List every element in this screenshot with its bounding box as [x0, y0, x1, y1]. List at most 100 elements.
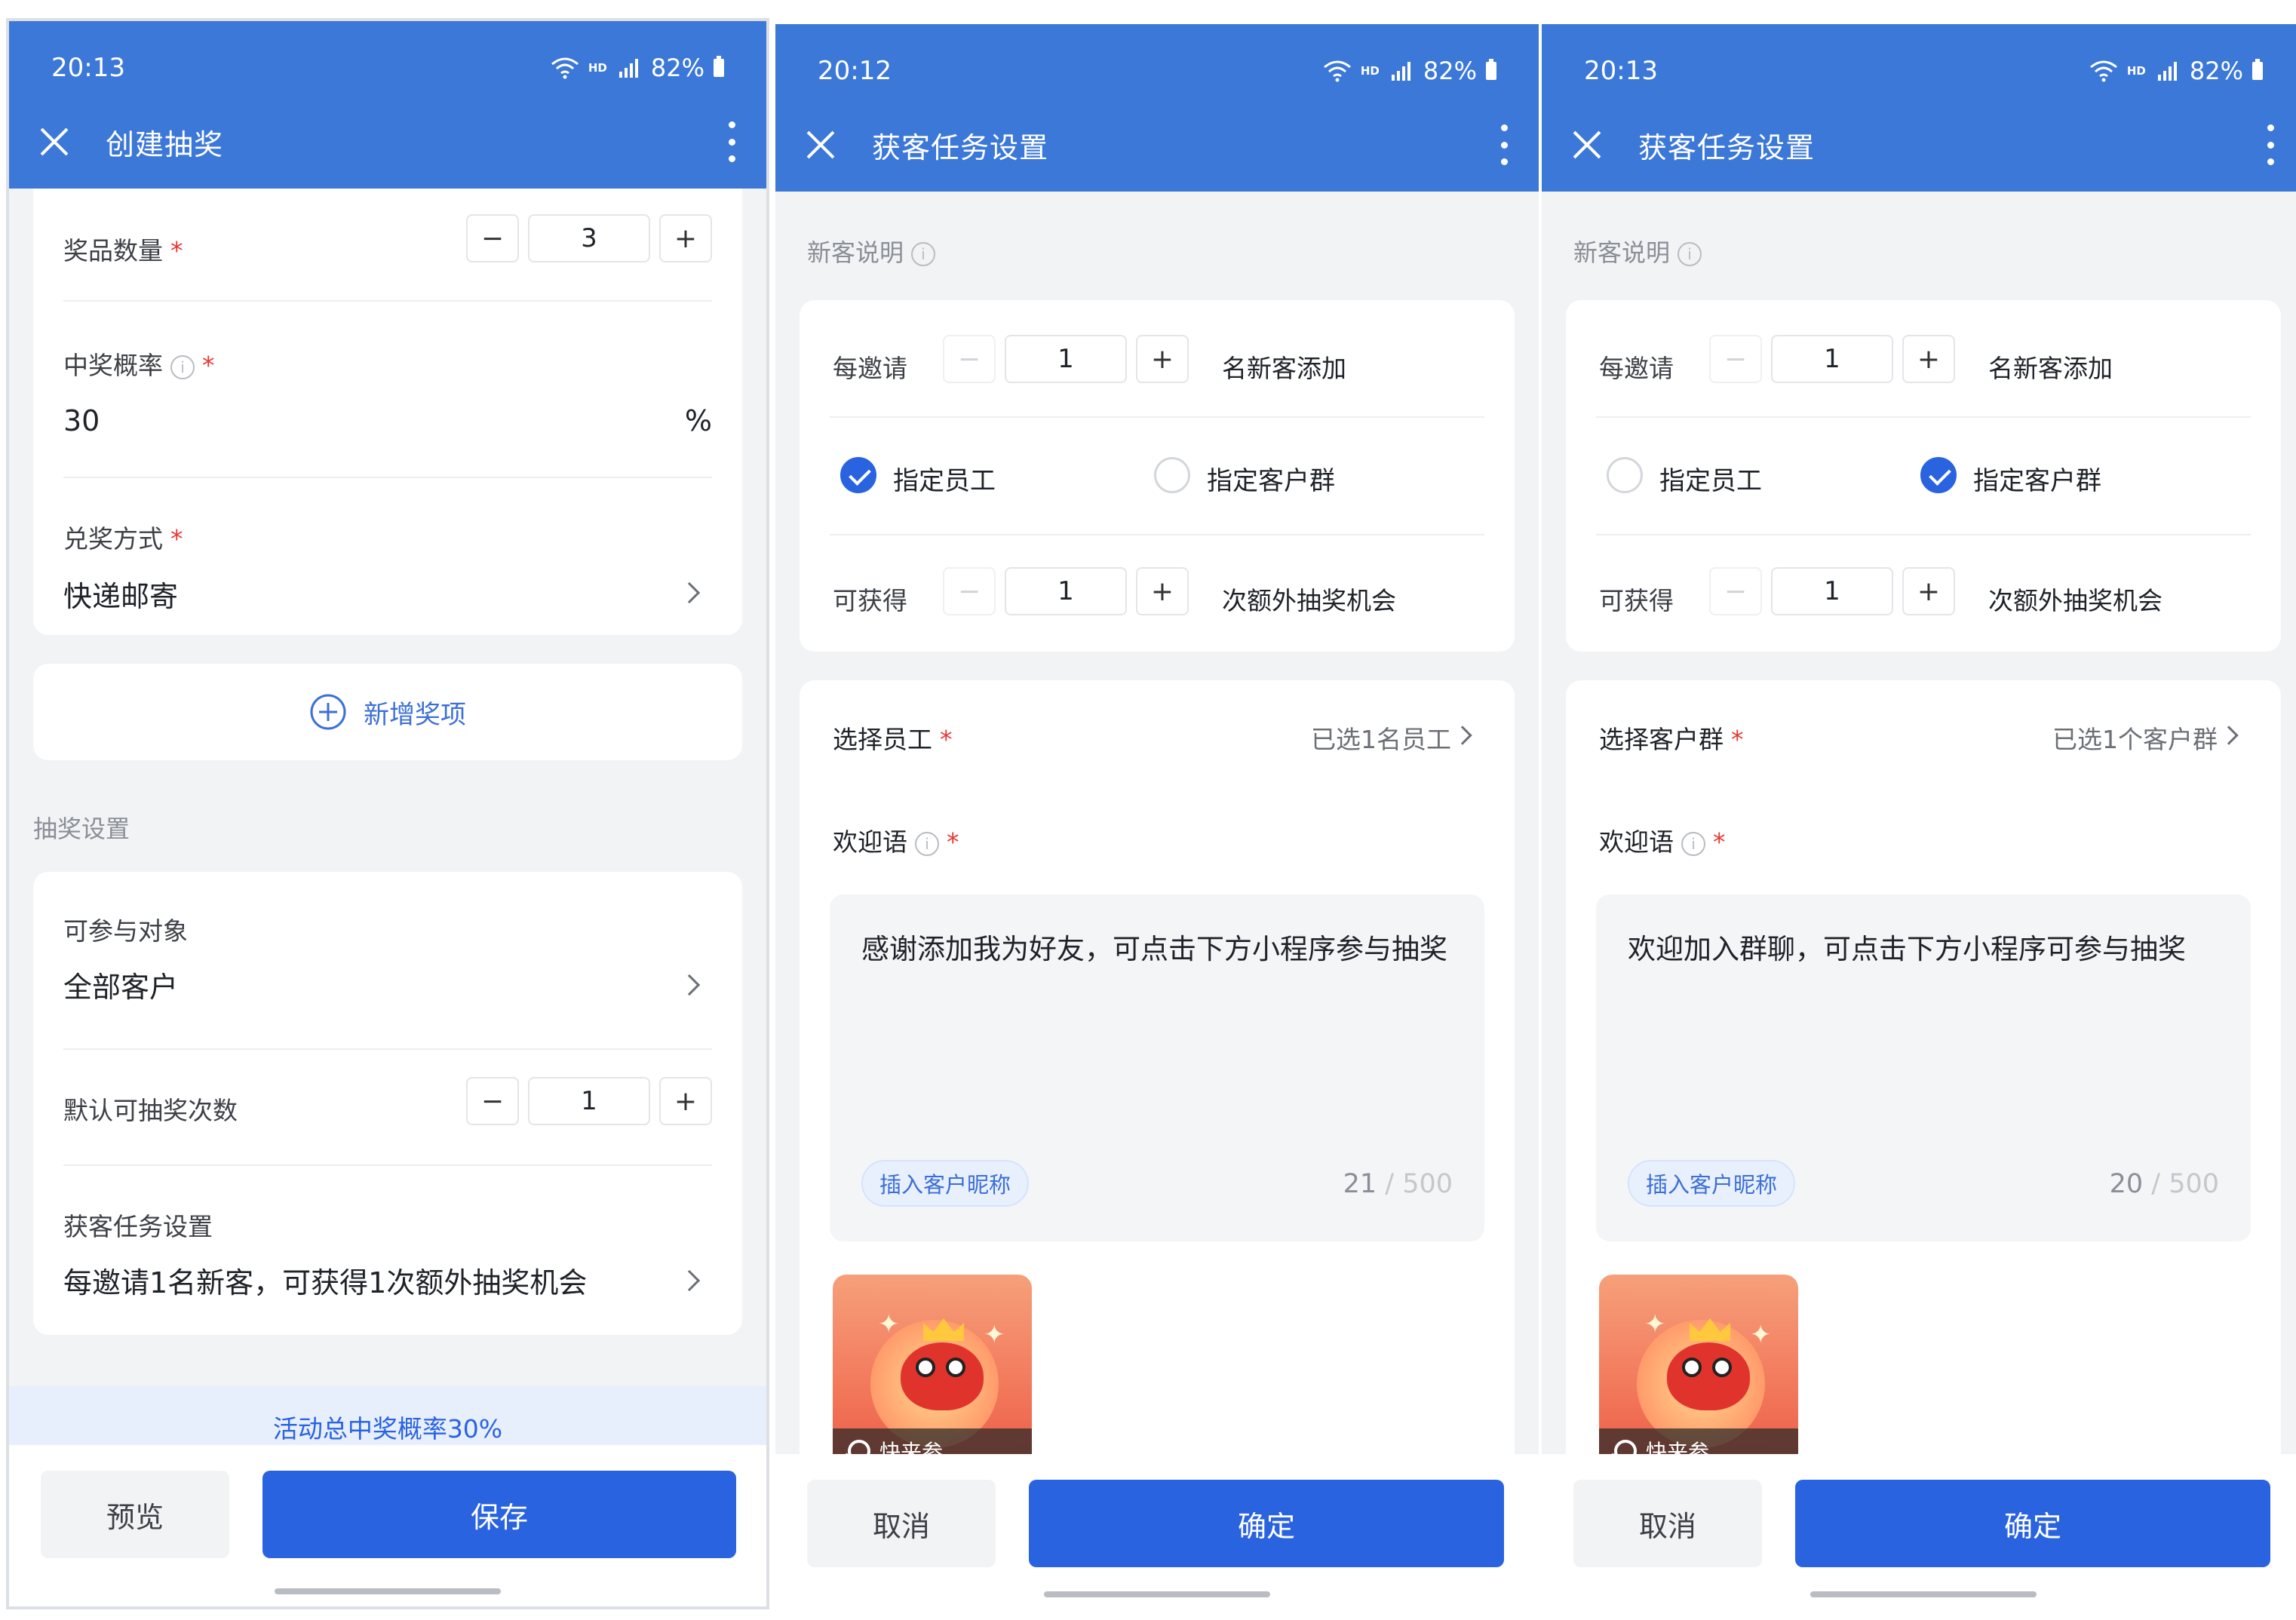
insert-nickname-tag[interactable]: 插入客户昵称 [1628, 1160, 1796, 1207]
mascot-image [901, 1342, 984, 1410]
info-icon[interactable]: i [170, 354, 195, 379]
preview-button[interactable]: 预览 [41, 1471, 229, 1558]
prize-count-label: 奖品数量 [63, 236, 163, 265]
invite-input[interactable]: 1 [1005, 335, 1127, 383]
welcome-textarea[interactable]: 感谢添加我为好友，可点击下方小程序参与抽奖 插入客户昵称 21 / 500 [830, 894, 1484, 1241]
selected-group-value[interactable]: 已选1个客户群 [2052, 719, 2218, 756]
screen-acquisition-staff: 20:12 HD 82% 获客任务设置 新客说明 i 每邀请 − 1 + 名新客添… [775, 24, 1539, 1609]
chevron-right-icon[interactable] [678, 974, 701, 996]
option-group-label[interactable]: 指定客户群 [1207, 460, 1335, 497]
increment-button[interactable]: + [1902, 335, 1955, 383]
required-mark: * [947, 827, 959, 857]
signal-icon [619, 59, 638, 78]
gain-suffix: 次额外抽奖机会 [1222, 586, 1396, 615]
increment-button[interactable]: + [1902, 567, 1955, 615]
decrement-button[interactable]: − [466, 214, 519, 262]
status-time: 20:13 [1584, 56, 1658, 86]
close-icon[interactable] [1572, 130, 1602, 160]
page-title: 获客任务设置 [1638, 130, 1816, 164]
info-icon[interactable]: i [1677, 242, 1702, 266]
add-prize-button[interactable]: 新增奖项 [33, 664, 742, 760]
gain-input[interactable]: 1 [1005, 567, 1127, 615]
option-group-label[interactable]: 指定客户群 [1973, 460, 2101, 497]
rules-card: 每邀请 − 1 + 名新客添加 指定员工 指定客户群 可获得 − 1 + 次额外… [800, 300, 1515, 652]
chevron-right-icon[interactable] [678, 1269, 701, 1292]
lottery-settings-card: 可参与对象 全部客户 默认可抽奖次数 − 1 + 获客任务设置 每邀请1名新客，… [33, 872, 742, 1335]
gain-prefix: 可获得 [833, 586, 907, 615]
screen-acquisition-group: 20:13 HD 82% 获客任务设置 新客说明 i 每邀请 − 1 + 名新客添… [1542, 24, 2296, 1609]
divider [63, 1048, 712, 1050]
select-group-label: 选择客户群 [1599, 725, 1724, 754]
info-icon[interactable]: i [911, 242, 936, 266]
battery-icon [714, 56, 724, 77]
info-icon[interactable]: i [1681, 831, 1705, 856]
more-menu-icon[interactable] [1499, 124, 1509, 165]
more-menu-icon[interactable] [727, 121, 736, 162]
selected-staff-value[interactable]: 已选1名员工 [1311, 719, 1451, 756]
chevron-right-icon[interactable] [678, 581, 701, 604]
welcome-textarea[interactable]: 欢迎加入群聊，可点击下方小程序可参与抽奖 插入客户昵称 20 / 500 [1596, 894, 2251, 1241]
divider [63, 1164, 712, 1166]
select-staff-label: 选择员工 [833, 725, 932, 754]
gain-suffix: 次额外抽奖机会 [1988, 586, 2162, 615]
info-icon[interactable]: i [915, 831, 939, 856]
cancel-button[interactable]: 取消 [807, 1480, 996, 1567]
option-staff-label[interactable]: 指定员工 [1659, 460, 1762, 497]
welcome-text[interactable]: 感谢添加我为好友，可点击下方小程序参与抽奖 [861, 925, 1453, 974]
divider [830, 534, 1484, 535]
decrement-button[interactable]: − [1709, 567, 1762, 615]
insert-nickname-tag[interactable]: 插入客户昵称 [861, 1160, 1030, 1207]
win-rate-input[interactable]: 30 [63, 404, 100, 437]
divider [1596, 534, 2251, 535]
option-staff-label[interactable]: 指定员工 [893, 460, 996, 497]
invite-input[interactable]: 1 [1771, 335, 1893, 383]
acquisition-label: 获客任务设置 [63, 1212, 213, 1241]
add-circle-icon [310, 694, 346, 730]
chevron-right-icon[interactable] [2219, 726, 2239, 745]
screen-create-lottery: 20:13 HD 82% 创建抽奖 奖品数量* − 3 + 中奖概率i* [6, 18, 769, 1609]
participants-value[interactable]: 全部客户 [63, 964, 178, 1005]
status-bar: 20:13 HD 82% [1584, 48, 2263, 94]
invite-suffix: 名新客添加 [1222, 354, 1346, 383]
acquisition-value[interactable]: 每邀请1名新客，可获得1次额外抽奖机会 [63, 1259, 587, 1301]
decrement-button[interactable]: − [943, 335, 996, 383]
welcome-label: 欢迎语 [1599, 827, 1674, 857]
radio-group[interactable] [1154, 457, 1190, 493]
increment-button[interactable]: + [1136, 567, 1189, 615]
more-menu-icon[interactable] [2266, 124, 2275, 165]
required-mark: * [940, 725, 953, 754]
radio-staff[interactable] [840, 457, 876, 493]
decrement-button[interactable]: − [466, 1077, 519, 1125]
prize-count-input[interactable]: 3 [528, 214, 650, 262]
battery-percent: 82% [1423, 57, 1477, 85]
decrement-button[interactable]: − [943, 567, 996, 615]
battery-percent: 82% [2189, 57, 2243, 85]
status-bar: 20:12 HD 82% [818, 48, 1496, 94]
char-counter: 20 / 500 [2109, 1169, 2219, 1199]
increment-button[interactable]: + [659, 1077, 712, 1125]
wifi-icon [551, 57, 579, 79]
radio-group[interactable] [1920, 457, 1957, 493]
default-times-input[interactable]: 1 [528, 1077, 650, 1125]
mini-program-card[interactable]: ✦ ✦ 快来参... [833, 1275, 1032, 1474]
save-button[interactable]: 保存 [262, 1471, 736, 1558]
welcome-text[interactable]: 欢迎加入群聊，可点击下方小程序可参与抽奖 [1628, 925, 2219, 974]
radio-staff[interactable] [1607, 457, 1643, 493]
confirm-button[interactable]: 确定 [1029, 1480, 1504, 1567]
redeem-value[interactable]: 快递邮寄 [63, 573, 178, 615]
wifi-icon [1323, 60, 1351, 82]
default-times-label: 默认可抽奖次数 [63, 1096, 238, 1125]
close-icon[interactable] [806, 130, 836, 160]
decrement-button[interactable]: − [1709, 335, 1762, 383]
home-indicator [275, 1588, 501, 1594]
chevron-right-icon[interactable] [1453, 726, 1472, 745]
redeem-label: 兑奖方式 [63, 524, 163, 554]
mini-program-card[interactable]: ✦ ✦ 快来参... [1599, 1275, 1798, 1474]
win-rate-label: 中奖概率 [63, 351, 163, 380]
increment-button[interactable]: + [659, 214, 712, 262]
gain-input[interactable]: 1 [1771, 567, 1893, 615]
cancel-button[interactable]: 取消 [1573, 1480, 1762, 1567]
increment-button[interactable]: + [1136, 335, 1189, 383]
close-icon[interactable] [39, 127, 69, 157]
confirm-button[interactable]: 确定 [1795, 1480, 2270, 1567]
